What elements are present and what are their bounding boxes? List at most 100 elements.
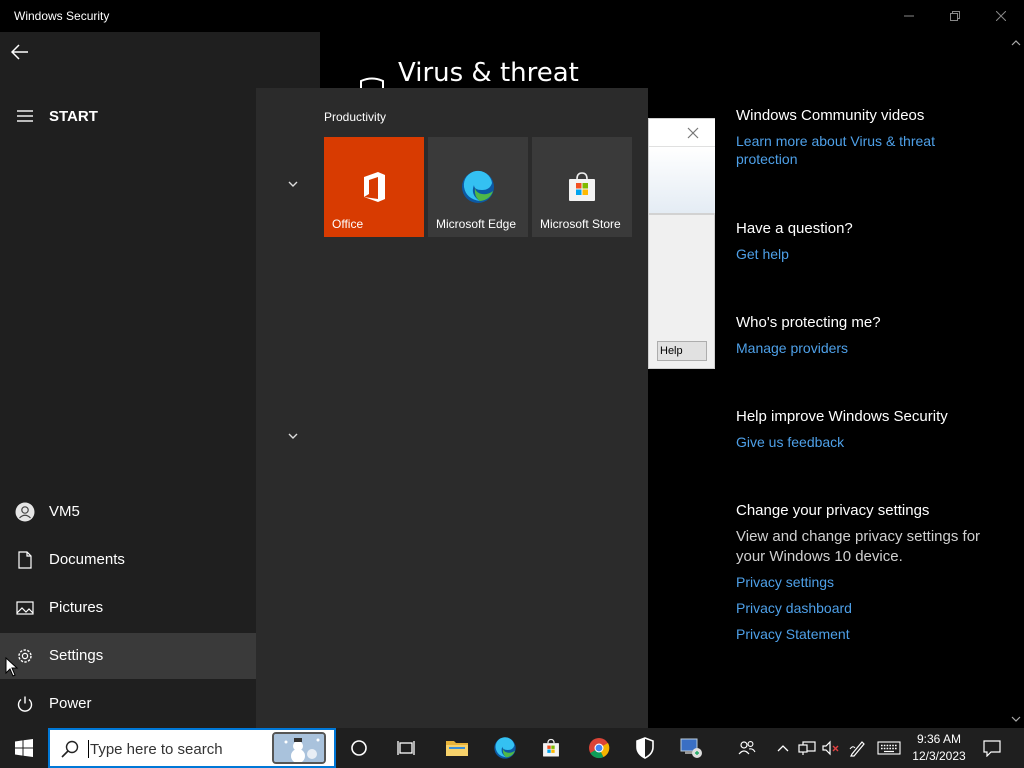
store-icon: [543, 738, 559, 757]
chrome-icon: [589, 738, 610, 759]
start-menu: START VM5 Documents Pictures Settings Po…: [0, 88, 648, 728]
privacy-description: View and change privacy settings for you…: [736, 528, 981, 565]
dialog-header: [649, 119, 715, 147]
privacy-section: Change your privacy settings View and ch…: [736, 501, 996, 643]
rail-item-documents[interactable]: Documents: [0, 537, 256, 583]
protecting-section: Who's protecting me? Manage providers: [736, 313, 996, 357]
action-center-button[interactable]: [976, 728, 1008, 768]
rail-item-user[interactable]: VM5: [0, 489, 256, 535]
rail-item-label: Documents: [49, 551, 125, 568]
tile-office[interactable]: Office: [324, 137, 424, 237]
search-box[interactable]: Type here to search: [48, 728, 336, 768]
community-videos-section: Windows Community videos Learn more abou…: [736, 106, 996, 168]
cortana-button[interactable]: [336, 728, 382, 768]
taskbar: Type here to search 9:36 AM 12/3/2023: [0, 728, 1024, 768]
back-button[interactable]: [8, 40, 32, 64]
pen-workspace-button[interactable]: [846, 728, 870, 768]
close-button[interactable]: [978, 0, 1024, 32]
rail-item-label: VM5: [49, 503, 80, 520]
tile-group-title: Productivity: [324, 110, 387, 124]
scroll-up-icon[interactable]: [1011, 38, 1021, 48]
rail-item-label: Pictures: [49, 599, 104, 616]
protecting-title: Who's protecting me?: [736, 314, 881, 331]
community-videos-title: Windows Community videos: [736, 107, 925, 124]
volume-button[interactable]: [820, 728, 842, 768]
scrollbar[interactable]: [1008, 32, 1024, 728]
remote-desktop-taskbar-button[interactable]: [668, 728, 714, 768]
rail-item-label: Settings: [49, 647, 104, 664]
store-taskbar-button[interactable]: [528, 728, 574, 768]
rail-item-pictures[interactable]: Pictures: [0, 585, 256, 631]
pen-icon: [849, 741, 865, 757]
rail-item-settings[interactable]: Settings: [0, 633, 256, 679]
tile-microsoft-store[interactable]: Microsoft Store: [532, 137, 632, 237]
touch-keyboard-button[interactable]: [874, 728, 904, 768]
taskbar-clock[interactable]: 9:36 AM 12/3/2023: [906, 731, 972, 765]
tile-microsoft-edge[interactable]: Microsoft Edge: [428, 137, 528, 237]
people-button[interactable]: [734, 728, 760, 768]
task-view-button[interactable]: [384, 728, 430, 768]
mouse-cursor-icon: [5, 657, 19, 677]
chevron-down-icon[interactable]: [286, 177, 300, 191]
scroll-down-icon[interactable]: [1011, 714, 1021, 724]
close-icon: [996, 11, 1006, 21]
snowman-icon: [274, 734, 324, 762]
start-button[interactable]: [0, 728, 48, 768]
window-title: Windows Security: [14, 9, 110, 23]
improve-title: Help improve Windows Security: [736, 408, 948, 425]
text-caret: [88, 740, 89, 758]
rail-item-label: Power: [49, 695, 92, 712]
manage-providers-link[interactable]: Manage providers: [736, 339, 996, 357]
store-icon: [569, 172, 595, 201]
network-icon: [798, 741, 816, 755]
dialog-help-button[interactable]: Help: [657, 341, 707, 361]
chrome-taskbar-button[interactable]: [576, 728, 622, 768]
volume-muted-icon: [822, 740, 839, 756]
minimize-button[interactable]: [886, 0, 932, 32]
clock-time: 9:36 AM: [916, 732, 962, 746]
cortana-icon: [351, 740, 367, 756]
show-hidden-icons-button[interactable]: [772, 728, 794, 768]
hamburger-menu-icon[interactable]: [16, 108, 34, 124]
privacy-title: Change your privacy settings: [736, 502, 930, 519]
remote-desktop-icon: [680, 738, 702, 758]
privacy-statement-link[interactable]: Privacy Statement: [736, 625, 996, 643]
file-explorer-button[interactable]: [434, 728, 480, 768]
privacy-dashboard-link[interactable]: Privacy dashboard: [736, 599, 996, 617]
start-rail: START VM5 Documents Pictures Settings Po…: [0, 88, 256, 728]
chevron-down-icon[interactable]: [286, 429, 300, 443]
title-bar: Windows Security: [0, 0, 1024, 32]
windows-logo-icon: [15, 739, 33, 757]
keyboard-icon: [877, 741, 901, 755]
notification-icon: [983, 740, 1001, 757]
dialog-banner: [649, 147, 715, 215]
restore-icon: [950, 11, 960, 21]
minimize-icon: [904, 15, 914, 17]
feedback-link[interactable]: Give us feedback: [736, 433, 996, 451]
get-help-link[interactable]: Get help: [736, 245, 996, 263]
edge-icon: [462, 170, 494, 203]
shield-icon: [636, 737, 654, 759]
privacy-settings-link[interactable]: Privacy settings: [736, 573, 996, 591]
rail-item-power[interactable]: Power: [0, 681, 256, 727]
chevron-up-icon: [777, 745, 789, 752]
search-highlight-image[interactable]: [272, 732, 326, 764]
question-title: Have a question?: [736, 220, 853, 237]
question-section: Have a question? Get help: [736, 219, 996, 263]
tile-label: Microsoft Edge: [436, 217, 517, 231]
office-icon: [364, 172, 385, 202]
search-input[interactable]: Type here to search: [90, 741, 223, 758]
edge-taskbar-button[interactable]: [482, 728, 528, 768]
pictures-icon: [14, 597, 36, 619]
dialog-close-icon[interactable]: [683, 123, 703, 143]
people-icon: [738, 741, 756, 755]
folder-icon: [446, 741, 468, 756]
search-icon: [61, 740, 79, 758]
tile-label: Microsoft Store: [540, 217, 621, 231]
tile-label: Office: [332, 217, 364, 231]
learn-more-link[interactable]: Learn more about Virus & threat protecti…: [736, 132, 996, 168]
network-button[interactable]: [796, 728, 818, 768]
restore-button[interactable]: [932, 0, 978, 32]
clock-date: 12/3/2023: [912, 749, 966, 763]
security-taskbar-button[interactable]: [622, 728, 668, 768]
